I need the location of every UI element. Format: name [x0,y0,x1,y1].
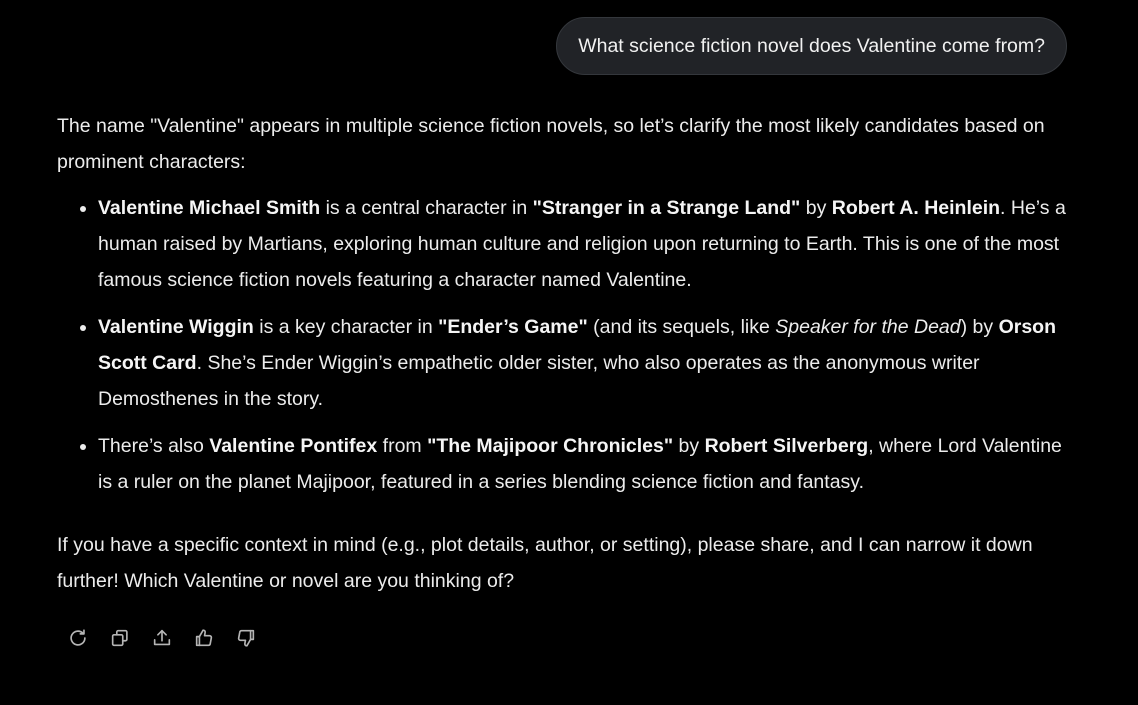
author-name: Robert A. Heinlein [831,197,1001,219]
list-item: Valentine Wiggin is a key character in "… [98,309,1069,417]
list-text: is a central character in [320,197,533,219]
user-message-text: What science fiction novel does Valentin… [578,34,1045,57]
thumbs-up-icon [195,629,213,647]
copy-icon [111,629,128,647]
share-icon [153,629,171,646]
response-list: Valentine Michael Smith is a central cha… [57,190,1069,500]
character-name: Valentine Pontifex [209,435,378,457]
share-button[interactable] [146,622,178,654]
list-text: is a key character in [253,316,439,338]
assistant-response: The name "Valentine" appears in multiple… [57,108,1069,599]
regenerate-button[interactable] [62,622,94,654]
sequel-title: Speaker for the Dead [775,316,961,338]
character-name: Valentine Wiggin [98,316,254,338]
list-text: from [377,435,428,457]
list-text: . She’s Ender Wiggin’s empathetic older … [98,352,980,410]
character-name: Valentine Michael Smith [98,197,321,219]
copy-button[interactable] [104,622,136,654]
novel-title: "Stranger in a Strange Land" [532,197,801,219]
list-item: Valentine Michael Smith is a central cha… [98,190,1069,298]
list-text: by [800,197,832,219]
response-intro: The name "Valentine" appears in multiple… [57,115,1045,173]
list-text: There’s also [98,435,210,457]
list-text: ) by [960,316,999,338]
thumbs-down-icon [237,629,255,647]
thumbs-down-button[interactable] [230,622,262,654]
author-name: Robert Silverberg [704,435,869,457]
response-closing: If you have a specific context in mind (… [57,534,1033,592]
novel-title: "Ender’s Game" [438,316,588,338]
user-message-bubble: What science fiction novel does Valentin… [556,17,1067,75]
thumbs-up-button[interactable] [188,622,220,654]
regenerate-icon [70,629,86,646]
list-text: by [673,435,705,457]
list-text: (and its sequels, like [587,316,776,338]
novel-title: "The Majipoor Chronicles" [427,435,674,457]
list-item: There’s also Valentine Pontifex from "Th… [98,428,1069,500]
response-actions [62,622,262,654]
